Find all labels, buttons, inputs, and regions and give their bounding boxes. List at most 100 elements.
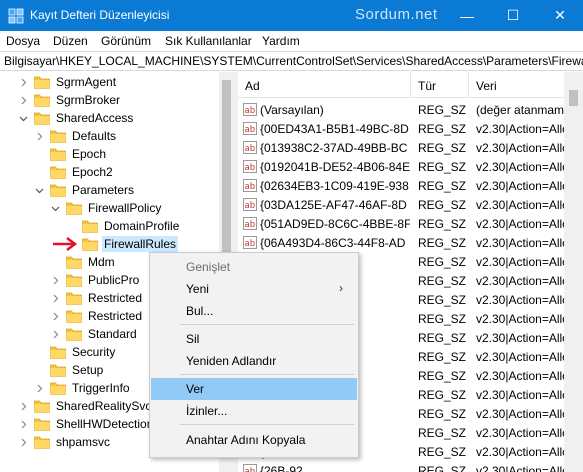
maximize-button[interactable]: ☐ (490, 0, 536, 31)
chevron-right-icon[interactable] (50, 329, 60, 339)
chevron-right-icon[interactable] (18, 95, 28, 105)
folder-icon (50, 184, 66, 197)
menu-yardim[interactable]: Yardım (262, 34, 300, 48)
chevron-right-icon[interactable] (18, 401, 28, 411)
folder-icon (34, 76, 50, 89)
tree-item[interactable]: SharedAccess (18, 109, 135, 127)
table-row[interactable]: ab {00ED43A1-B5B1-49BC-8D REG_SZ v2.30|Acti… (238, 119, 583, 138)
table-row[interactable]: ab {013938C2-37AD-49BB-BC REG_SZ v2.30|Acti… (238, 138, 583, 157)
value-type: REG_SZ (418, 122, 467, 136)
tree-item[interactable]: Standard (50, 325, 139, 343)
tree-item[interactable]: PublicPro (50, 271, 141, 289)
column-header-data[interactable]: Veri (476, 79, 497, 93)
chevron-right-icon[interactable] (18, 77, 28, 87)
tree-item[interactable]: SgrmBroker (18, 91, 122, 109)
tree-item[interactable]: Defaults (34, 127, 118, 145)
table-row[interactable]: ab {0192041B-DE52-4B06-84E REG_SZ v2.30|Act… (238, 157, 583, 176)
chevron-right-icon[interactable] (18, 419, 28, 429)
tree-item[interactable]: Mdm (50, 253, 117, 271)
folder-icon (66, 256, 82, 269)
ctx-copy-key-name-menu-item[interactable]: Anahtar Adını Kopyala (151, 429, 357, 451)
chevron-right-icon[interactable] (50, 275, 60, 285)
menu-gorunum[interactable]: Görünüm (101, 34, 151, 48)
chevron-right-icon[interactable] (50, 293, 60, 303)
menu-separator (180, 324, 354, 325)
value-name: {06A493D4-86C3-44F8-AD (260, 236, 406, 250)
no-expander (34, 347, 44, 357)
column-header-name[interactable]: Ad (245, 79, 260, 93)
table-row[interactable]: ab {06A493D4-86C3-44F8-AD REG_SZ v2.30|Acti… (238, 233, 583, 252)
column-separator[interactable] (468, 72, 469, 98)
menu-duzen[interactable]: Düzen (53, 34, 88, 48)
tree-item[interactable]: shpamsvc (18, 433, 112, 451)
value-type: REG_SZ (418, 464, 467, 472)
ctx-delete-menu-item[interactable]: Sil (151, 328, 357, 350)
address-path: Bilgisayar\HKEY_LOCAL_MACHINE\SYSTEM\Cur… (4, 54, 583, 68)
chevron-right-icon[interactable] (50, 311, 60, 321)
tree-item[interactable]: Restricted (50, 289, 144, 307)
table-row[interactable]: ab {02634EB3-1C09-419E-938 REG_SZ v2.30|Act… (238, 176, 583, 195)
menu-sik-kullanilanlar[interactable]: Sık Kullanılanlar (165, 34, 252, 48)
ctx-new-menu-item[interactable]: Yeni › (151, 278, 357, 300)
table-row[interactable]: ab (Varsayılan) REG_SZ (değer atanmamış) (238, 100, 583, 119)
value-type: REG_SZ (418, 198, 467, 212)
value-type: REG_SZ (418, 388, 467, 402)
table-row[interactable]: ab {03DA125E-AF47-46AF-8D REG_SZ v2.30|Acti… (238, 195, 583, 214)
tree-item[interactable]: SharedRealitySvc (18, 397, 153, 415)
ctx-permissions-menu-item[interactable]: İzinler... (151, 400, 357, 422)
tree-item-label: Mdm (88, 255, 115, 269)
tree-item[interactable]: Security (34, 343, 117, 361)
tree-item[interactable]: ShellHWDetection (18, 415, 155, 433)
address-bar[interactable]: Bilgisayar\HKEY_LOCAL_MACHINE\SYSTEM\Cur… (0, 51, 583, 71)
ctx-rename-menu-item[interactable]: Yeniden Adlandır (151, 350, 357, 372)
tree-item-label: Security (72, 345, 116, 359)
folder-icon (82, 220, 98, 233)
value-name: {051AD9ED-8C6C-4BBE-8F (260, 217, 410, 231)
tree-item[interactable]: SgrmAgent (18, 73, 118, 91)
tree-item[interactable]: Epoch (34, 145, 108, 163)
tree-item[interactable]: TriggerInfo (34, 379, 132, 397)
no-expander (66, 221, 76, 231)
tree-item-label: FirewallPolicy (88, 201, 162, 215)
minimize-button[interactable]: — (444, 0, 490, 31)
ctx-find-menu-item[interactable]: Bul... (151, 300, 357, 322)
svg-text:ab: ab (245, 239, 256, 249)
folder-icon (66, 202, 82, 215)
chevron-down-icon[interactable] (18, 113, 28, 123)
chevron-right-icon[interactable] (34, 383, 44, 393)
tree-item[interactable]: DomainProfile (66, 217, 181, 235)
list-scrollbar-thumb[interactable] (569, 90, 578, 106)
tree-item[interactable]: Epoch2 (34, 163, 115, 181)
chevron-down-icon[interactable] (34, 185, 44, 195)
column-header-type[interactable]: Tür (418, 79, 436, 93)
ctx-export-menu-item[interactable]: Ver (151, 378, 357, 400)
chevron-right-icon[interactable] (34, 131, 44, 141)
tree-item[interactable]: FirewallPolicy (50, 199, 163, 217)
value-name: {03DA125E-AF47-46AF-8D (260, 198, 407, 212)
close-button[interactable]: ✕ (537, 0, 583, 31)
ctx-expand-menu-item[interactable]: Genişlet (151, 256, 357, 278)
chevron-down-icon[interactable] (50, 203, 60, 213)
chevron-right-icon[interactable] (18, 437, 28, 447)
list-scrollbar[interactable] (564, 72, 583, 472)
table-row[interactable]: ab {051AD9ED-8C6C-4BBE-8F REG_SZ v2.30|Acti… (238, 214, 583, 233)
tree-item[interactable]: Restricted (50, 307, 144, 325)
tree-item[interactable]: Parameters (34, 181, 136, 199)
tree-item[interactable]: Setup (34, 361, 105, 379)
svg-text:ab: ab (245, 182, 256, 192)
value-data: v2.30|Action=Allow (476, 198, 564, 212)
value-data: (değer atanmamış) (476, 103, 564, 117)
tree-item[interactable]: FirewallRules (66, 235, 179, 253)
value-type: REG_SZ (418, 160, 467, 174)
no-expander (34, 167, 44, 177)
tree-item-label: Restricted (88, 291, 143, 305)
reg-string-icon: ab (243, 236, 257, 249)
value-name: {02634EB3-1C09-419E-938 (260, 179, 409, 193)
menu-dosya[interactable]: Dosya (6, 34, 40, 48)
column-separator[interactable] (410, 72, 411, 98)
table-row[interactable]: ab {26B-92 REG_SZ v2.30|Action=Allow (238, 461, 583, 472)
value-type: REG_SZ (418, 312, 467, 326)
tree-item-label: shpamsvc (56, 435, 111, 449)
reg-string-icon: ab (243, 179, 257, 192)
registry-app-icon (8, 8, 24, 24)
